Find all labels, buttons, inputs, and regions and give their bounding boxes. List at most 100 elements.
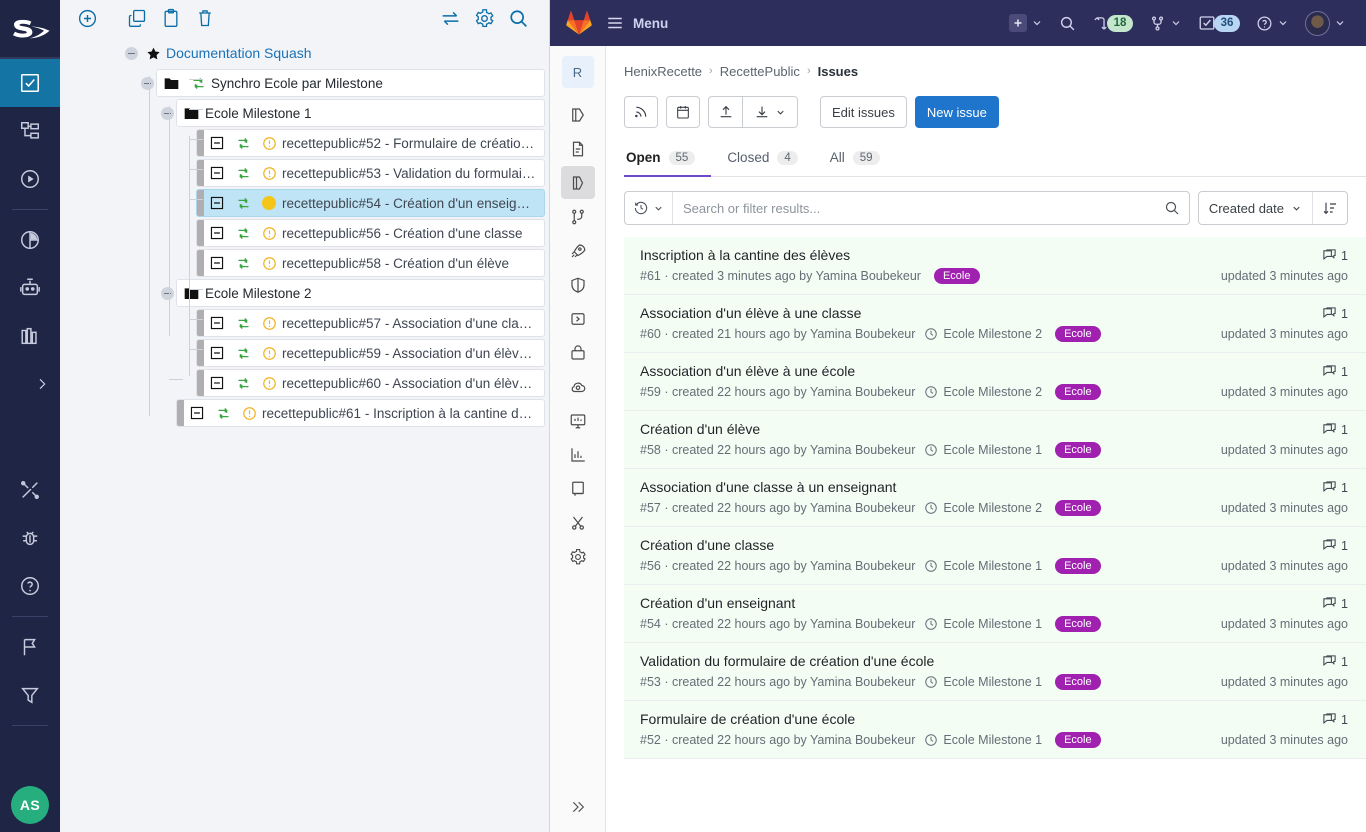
sidebar-item-requirements[interactable] — [0, 107, 60, 155]
issues-button[interactable] — [1141, 8, 1190, 38]
gl-sidebar-infrastructure[interactable] — [561, 370, 595, 403]
gl-sidebar-deployments[interactable] — [561, 302, 595, 335]
tree-node[interactable]: recettepublic#58 - Création d'un élève — [60, 248, 549, 278]
sidebar-item-milestones[interactable] — [0, 623, 60, 671]
tree-node-row[interactable]: recettepublic#52 - Formulaire de créatio… — [196, 129, 545, 157]
sort-direction-button[interactable] — [1313, 192, 1347, 224]
sidebar-item-filter[interactable] — [0, 671, 60, 719]
add-node-button[interactable] — [70, 3, 104, 33]
tree-node[interactable]: recettepublic#56 - Création d'une classe — [60, 218, 549, 248]
issue-label-badge[interactable]: Ecole — [933, 268, 980, 284]
issue-label-badge[interactable]: Ecole — [1055, 326, 1101, 342]
issue-comments[interactable]: 1 — [1322, 654, 1348, 669]
issue-row[interactable]: Association d'un élève à une classe #60 ·… — [624, 295, 1366, 353]
tree-node[interactable]: recettepublic#57 - Association d'une cla… — [60, 308, 549, 338]
synchronize-button[interactable] — [433, 3, 467, 33]
gl-sidebar-security[interactable] — [561, 268, 595, 301]
issue-milestone[interactable]: Ecole Milestone 2 — [924, 327, 1042, 341]
edit-issues-button[interactable]: Edit issues — [820, 96, 907, 128]
gl-sidebar-wiki[interactable] — [561, 472, 595, 505]
tree-node[interactable]: recettepublic#54 - Création d'un enseign… — [60, 188, 549, 218]
gl-sidebar-repository[interactable] — [561, 132, 595, 165]
gl-sidebar-project[interactable] — [561, 98, 595, 131]
search-submit-button[interactable] — [1155, 192, 1189, 224]
tab-open[interactable]: Open 55 — [624, 142, 712, 177]
tree-node-row[interactable]: Ecole Milestone 2 — [176, 279, 545, 307]
tree-node-row[interactable]: recettepublic#56 - Création d'une classe — [196, 219, 545, 247]
tree-node-row[interactable]: Ecole Milestone 1 — [176, 99, 545, 127]
issue-row[interactable]: Inscription à la cantine des élèves #61 ·… — [624, 237, 1366, 295]
sidebar-item-tools[interactable] — [0, 466, 60, 514]
issue-label-badge[interactable]: Ecole — [1055, 558, 1101, 574]
tree-node-row[interactable]: recettepublic#57 - Association d'une cla… — [196, 309, 545, 337]
tree-node[interactable]: recettepublic#52 - Formulaire de créatio… — [60, 128, 549, 158]
issue-label-badge[interactable]: Ecole — [1055, 674, 1101, 690]
issue-row[interactable]: Association d'une classe à un enseignant… — [624, 469, 1366, 527]
issue-milestone[interactable]: Ecole Milestone 1 — [924, 617, 1042, 631]
sidebar-item-test-cases[interactable] — [0, 59, 60, 107]
issue-title[interactable]: Création d'un élève — [640, 421, 1207, 437]
issue-title[interactable]: Association d'un élève à une classe — [640, 305, 1207, 321]
project-avatar[interactable]: R — [561, 56, 594, 88]
tree-node[interactable]: Ecole Milestone 1 — [60, 98, 549, 128]
sidebar-item-bugtracker[interactable] — [0, 514, 60, 562]
sidebar-item-reports[interactable] — [0, 216, 60, 264]
sort-dropdown[interactable]: Created date — [1199, 192, 1313, 224]
user-menu-button[interactable] — [1297, 8, 1354, 38]
issue-comments[interactable]: 1 — [1322, 364, 1348, 379]
tree-node[interactable]: Synchro Ecole par Milestone — [60, 68, 549, 98]
gl-sidebar-settings[interactable] — [561, 540, 595, 573]
issue-title[interactable]: Formulaire de création d'une école — [640, 711, 1207, 727]
issue-milestone[interactable]: Ecole Milestone 1 — [924, 559, 1042, 573]
issue-title[interactable]: Création d'une classe — [640, 537, 1207, 553]
import-issues-button[interactable] — [708, 96, 742, 128]
calendar-subscribe-button[interactable] — [666, 96, 700, 128]
issue-title[interactable]: Association d'une classe à un enseignant — [640, 479, 1207, 495]
issue-comments[interactable]: 1 — [1322, 596, 1348, 611]
issue-milestone[interactable]: Ecole Milestone 1 — [924, 733, 1042, 747]
gl-sidebar-issues[interactable] — [560, 166, 595, 199]
tree-node-row[interactable]: recettepublic#59 - Association d'un élèv… — [196, 339, 545, 367]
gl-sidebar-cicd[interactable] — [561, 234, 595, 267]
issue-comments[interactable]: 1 — [1322, 422, 1348, 437]
tree-node-row[interactable]: recettepublic#60 - Association d'un élèv… — [196, 369, 545, 397]
issue-milestone[interactable]: Ecole Milestone 2 — [924, 501, 1042, 515]
main-menu-button[interactable]: Menu — [606, 14, 668, 32]
issue-row[interactable]: Création d'une classe #56 · created 22 ho… — [624, 527, 1366, 585]
issue-comments[interactable]: 1 — [1322, 538, 1348, 553]
gl-sidebar-packages[interactable] — [561, 336, 595, 369]
tree-node[interactable]: recettepublic#59 - Association d'un élèv… — [60, 338, 549, 368]
issue-title[interactable]: Validation du formulaire de création d'u… — [640, 653, 1207, 669]
tree-node-collapse-toggle[interactable] — [122, 44, 140, 62]
issue-comments[interactable]: 1 — [1322, 480, 1348, 495]
tab-closed[interactable]: Closed 4 — [725, 142, 813, 177]
issue-label-badge[interactable]: Ecole — [1055, 616, 1101, 632]
issue-comments[interactable]: 1 — [1322, 248, 1348, 263]
tree-node-row[interactable]: recettepublic#54 - Création d'un enseign… — [196, 189, 545, 217]
issue-title[interactable]: Création d'un enseignant — [640, 595, 1207, 611]
gl-sidebar-snippets[interactable] — [561, 506, 595, 539]
paste-node-button[interactable] — [154, 3, 188, 33]
sidebar-item-campaigns[interactable] — [0, 155, 60, 203]
breadcrumb-item[interactable]: RecettePublic — [720, 64, 800, 79]
merge-requests-button[interactable]: 18 — [1084, 8, 1141, 38]
breadcrumb-item[interactable]: Issues — [818, 64, 858, 79]
tree-node[interactable]: recettepublic#53 - Validation du formula… — [60, 158, 549, 188]
sidebar-item-help[interactable] — [0, 562, 60, 610]
issue-label-badge[interactable]: Ecole — [1055, 384, 1101, 400]
todos-button[interactable]: 36 — [1190, 8, 1248, 38]
user-avatar[interactable]: AS — [11, 786, 49, 824]
tab-all[interactable]: All 59 — [828, 142, 896, 177]
tree-node[interactable]: Documentation Squash — [60, 38, 549, 68]
breadcrumb-item[interactable]: HenixRecette — [624, 64, 702, 79]
issue-row[interactable]: Formulaire de création d'une école #52 · … — [624, 701, 1366, 759]
issue-title[interactable]: Inscription à la cantine des élèves — [640, 247, 1207, 263]
issue-row[interactable]: Création d'un élève #58 · created 22 hour… — [624, 411, 1366, 469]
help-button[interactable] — [1248, 8, 1297, 38]
issue-label-badge[interactable]: Ecole — [1055, 442, 1101, 458]
settings-button[interactable] — [467, 3, 501, 33]
global-search-button[interactable] — [1051, 8, 1084, 38]
tree-node-collapse-toggle[interactable] — [158, 104, 176, 122]
tree-node[interactable]: Ecole Milestone 2 — [60, 278, 549, 308]
issue-row[interactable]: Validation du formulaire de création d'u… — [624, 643, 1366, 701]
